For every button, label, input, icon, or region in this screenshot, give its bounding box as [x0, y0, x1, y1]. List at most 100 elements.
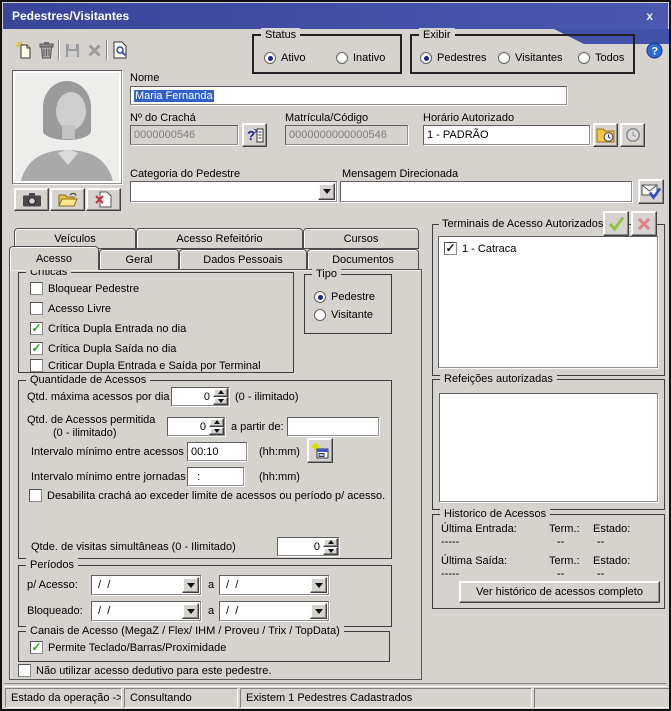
- quantidade-acessos-group: Quantidade de Acessos Qtd. máxima acesso…: [18, 380, 392, 559]
- arrow-up-icon: [328, 540, 334, 544]
- dropdown-button[interactable]: [310, 577, 327, 593]
- spinner-down-button[interactable]: [323, 547, 338, 556]
- message-send-icon: [641, 183, 661, 200]
- schedule-folder-button[interactable]: [593, 123, 618, 147]
- tab-documentos[interactable]: Documentos: [307, 249, 419, 269]
- checkbox-criticar-dupla-terminal[interactable]: Criticar Dupla Entrada e Saída por Termi…: [30, 359, 261, 372]
- add-interval-button[interactable]: [307, 438, 333, 463]
- checkbox-nao-dedutivo[interactable]: Não utilizar acesso dedutivo para este p…: [18, 664, 271, 677]
- radio-ativo[interactable]: Ativo: [264, 52, 305, 64]
- radio-todos-circle[interactable]: [578, 52, 590, 64]
- radio-todos-label: Todos: [595, 52, 624, 64]
- spinner-down-button[interactable]: [213, 397, 228, 406]
- tab-geral[interactable]: Geral: [99, 249, 179, 269]
- nome-input[interactable]: Maria Fernanda: [130, 86, 567, 105]
- radio-circle[interactable]: [314, 291, 326, 303]
- spinner-up-button[interactable]: [213, 388, 228, 397]
- intervalo-acessos-input[interactable]: 00:10: [187, 442, 247, 461]
- visitas-label: Qtde. de visitas simultâneas (0 - Ilimit…: [31, 541, 236, 553]
- preview-button[interactable]: [110, 40, 130, 60]
- refeicoes-list[interactable]: [439, 393, 658, 502]
- radio-tipo-visitante[interactable]: Visitante: [314, 309, 373, 321]
- radio-tipo-pedestre[interactable]: Pedestre: [314, 291, 375, 303]
- checkbox-label: Crítica Dupla Entrada no dia: [48, 323, 186, 335]
- checkbox-box[interactable]: [30, 322, 43, 335]
- remove-photo-button[interactable]: [86, 188, 121, 211]
- delete-record-icon: [38, 41, 55, 59]
- new-record-button[interactable]: [14, 40, 34, 60]
- close-icon[interactable]: x: [640, 9, 659, 23]
- checkbox-box[interactable]: [30, 641, 43, 654]
- tab-dados-pessoais[interactable]: Dados Pessoais: [179, 249, 307, 269]
- radio-ativo-circle[interactable]: [264, 52, 276, 64]
- radio-pedestres-circle[interactable]: [420, 52, 432, 64]
- toolbar-separator: [106, 40, 108, 60]
- estado-label: Estado:: [593, 555, 630, 567]
- qtd-permitida-spinner[interactable]: 0: [167, 417, 225, 436]
- tab-cursos[interactable]: Cursos: [303, 228, 419, 249]
- terminais-confirm-button[interactable]: [603, 211, 629, 236]
- message-send-button[interactable]: [638, 179, 664, 204]
- checkbox-box[interactable]: [29, 489, 42, 502]
- ver-historico-button[interactable]: Ver histórico de acessos completo: [459, 581, 660, 603]
- tab-acesso-refeitorio[interactable]: Acesso Refeitório: [136, 228, 303, 249]
- horario-input[interactable]: 1 - PADRÃO: [423, 125, 590, 145]
- checkbox-critica-dupla-entrada[interactable]: Crítica Dupla Entrada no dia: [30, 322, 186, 335]
- categoria-combobox[interactable]: [130, 181, 337, 202]
- qtd-permitida-label: Qtd. de Acessos permitida: [27, 414, 155, 426]
- refeicoes-group: Refeições autorizadas: [432, 379, 665, 510]
- periodo-acesso-ate-combobox[interactable]: / /: [219, 575, 329, 595]
- qtd-maxima-suffix: (0 - ilimitado): [235, 391, 299, 403]
- radio-todos[interactable]: Todos: [578, 52, 624, 64]
- spinner-up-button[interactable]: [323, 538, 338, 547]
- terminais-list[interactable]: 1 - Catraca: [438, 236, 658, 368]
- checkbox-permite-teclado[interactable]: Permite Teclado/Barras/Proximidade: [30, 641, 226, 654]
- help-button[interactable]: ?: [646, 42, 663, 59]
- horario-label: Horário Autorizado: [423, 112, 514, 124]
- categoria-dropdown-button[interactable]: [318, 183, 335, 200]
- radio-visitantes-circle[interactable]: [498, 52, 510, 64]
- dropdown-button[interactable]: [310, 603, 327, 619]
- categoria-label: Categoria do Pedestre: [130, 168, 240, 180]
- checkbox-box[interactable]: [30, 302, 43, 315]
- periodo-bloqueado-ate-combobox[interactable]: / /: [219, 601, 329, 621]
- spinner-down-button[interactable]: [209, 427, 224, 436]
- intervalo-jornadas-input[interactable]: :: [187, 467, 244, 486]
- radio-circle[interactable]: [314, 309, 326, 321]
- quantidade-group-label: Quantidade de Acessos: [26, 373, 150, 387]
- radio-ativo-label: Ativo: [281, 52, 305, 64]
- checkbox-acesso-livre[interactable]: Acesso Livre: [30, 302, 111, 315]
- mensagem-input[interactable]: [340, 181, 632, 202]
- dropdown-button[interactable]: [182, 577, 199, 593]
- terminal-list-item[interactable]: 1 - Catraca: [444, 242, 516, 255]
- checkbox-box[interactable]: [18, 664, 31, 677]
- chevron-down-icon: [323, 189, 331, 194]
- checkbox-desabilita-cracha[interactable]: Desabilita crachá ao exceder limite de a…: [29, 489, 385, 502]
- qtd-maxima-spinner[interactable]: 0: [171, 387, 229, 406]
- checkbox-box[interactable]: [30, 359, 43, 372]
- apartir-input[interactable]: [287, 417, 379, 436]
- periodo-acesso-de-combobox[interactable]: / /: [91, 575, 201, 595]
- tab-acesso-refeitorio-label: Acesso Refeitório: [176, 233, 262, 245]
- tab-acesso[interactable]: Acesso: [9, 246, 99, 270]
- spinner-up-button[interactable]: [209, 418, 224, 427]
- checkbox-critica-dupla-saida[interactable]: Crítica Dupla Saída no dia: [30, 342, 176, 355]
- badge-search-button[interactable]: ?: [242, 123, 267, 147]
- terminais-cancel-button[interactable]: [631, 211, 657, 236]
- visitas-spinner[interactable]: 0: [277, 537, 339, 556]
- radio-pedestres[interactable]: Pedestres: [420, 52, 487, 64]
- radio-inativo-circle[interactable]: [336, 52, 348, 64]
- periodo-bloqueado-de-combobox[interactable]: / /: [91, 601, 201, 621]
- capture-photo-button[interactable]: [14, 188, 49, 211]
- checkbox-bloquear-pedestre[interactable]: Bloquear Pedestre: [30, 282, 139, 295]
- dropdown-button[interactable]: [182, 603, 199, 619]
- radio-inativo[interactable]: Inativo: [336, 52, 385, 64]
- checkbox-box[interactable]: [30, 282, 43, 295]
- delete-record-button[interactable]: [36, 40, 56, 60]
- open-photo-button[interactable]: [50, 188, 85, 211]
- checkbox-box[interactable]: [444, 242, 457, 255]
- remove-photo-icon: [95, 191, 112, 208]
- checkbox-box[interactable]: [30, 342, 43, 355]
- radio-visitantes[interactable]: Visitantes: [498, 52, 563, 64]
- terminal-label: 1 - Catraca: [462, 243, 516, 255]
